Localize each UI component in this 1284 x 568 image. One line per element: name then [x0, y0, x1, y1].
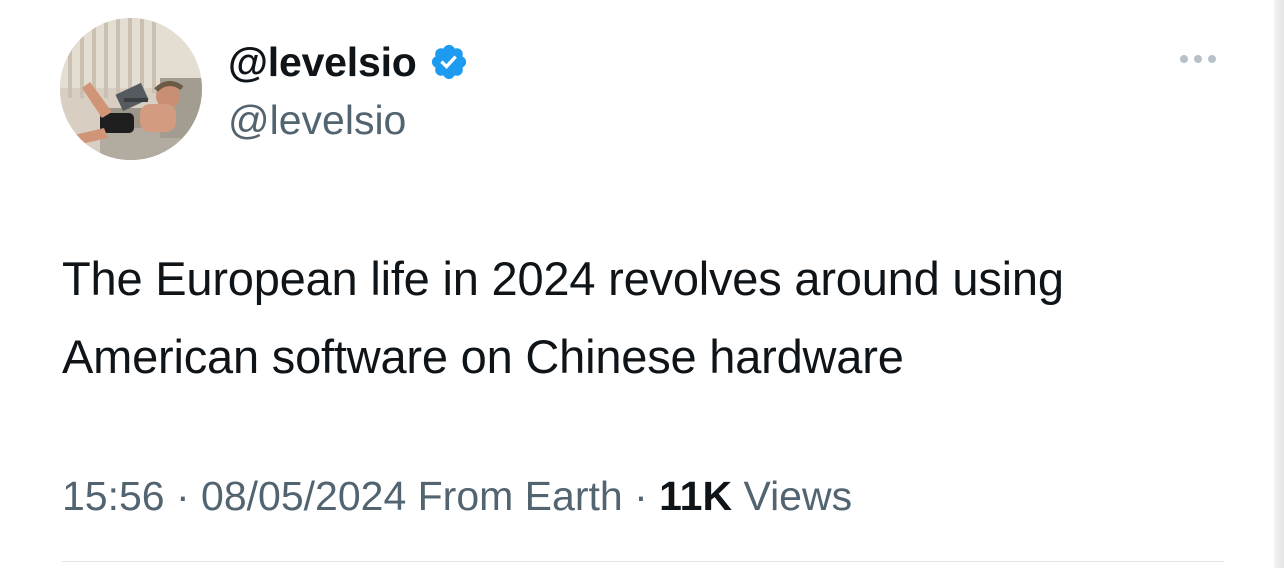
tweet-card: @levelsio @levelsio The European life in…	[0, 0, 1274, 568]
views-label: Views	[732, 473, 853, 519]
window-edge	[1274, 0, 1284, 568]
tweet-date[interactable]: 08/05/2024	[201, 473, 406, 519]
divider	[62, 561, 1224, 562]
tweet-source: From Earth	[406, 473, 623, 519]
tweet-text-line: American software on Chinese hardware	[62, 330, 904, 383]
more-icon[interactable]	[1172, 44, 1224, 74]
avatar[interactable]	[60, 18, 202, 160]
more-dot	[1180, 55, 1188, 63]
avatar-image	[60, 18, 202, 160]
tweet-meta: 15:56 · 08/05/2024 From Earth · 11K View…	[62, 470, 852, 522]
author-name-row[interactable]: @levelsio	[228, 38, 469, 86]
display-name[interactable]: @levelsio	[228, 38, 417, 86]
meta-separator: ·	[164, 473, 202, 519]
meta-separator: ·	[622, 473, 660, 519]
verified-badge-icon	[431, 44, 466, 80]
tweet-text: The European life in 2024 revolves aroun…	[62, 240, 1242, 396]
tweet-text-line: The European life in 2024 revolves aroun…	[62, 252, 1064, 305]
author-handle[interactable]: @levelsio	[228, 96, 406, 144]
views-count[interactable]: 11K	[659, 473, 732, 519]
tweet-time[interactable]: 15:56	[62, 473, 165, 519]
more-dot	[1194, 55, 1202, 63]
more-dot	[1208, 55, 1216, 63]
